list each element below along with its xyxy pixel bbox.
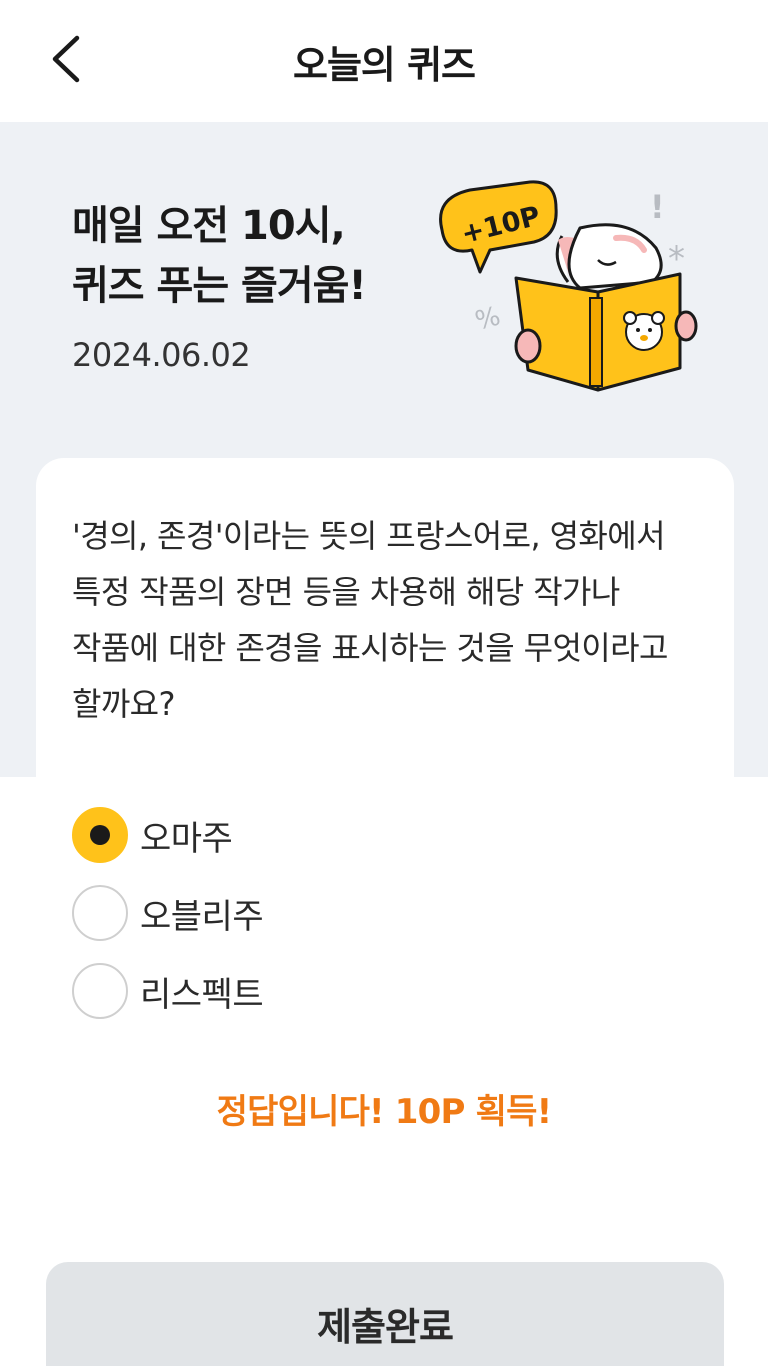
quiz-date: 2024.06.02	[72, 336, 251, 374]
hero-title: 매일 오전 10시, 퀴즈 푸는 즐거움!	[72, 196, 452, 316]
option-label: 오블리주	[140, 896, 264, 937]
option-label: 리스펙트	[140, 974, 264, 1015]
option-oblige[interactable]: 오블리주	[72, 874, 672, 952]
quiz-question: '경의, 존경'이라는 뜻의 프랑스어로, 영화에서 특정 작품의 장면 등을 …	[72, 517, 668, 723]
svg-text:*: *	[668, 239, 685, 279]
hero-title-line1: 매일 오전 10시,	[72, 203, 346, 249]
radio-button-checked[interactable]	[72, 807, 128, 863]
result-message: 정답입니다! 10P 획득!	[216, 1092, 552, 1132]
back-button[interactable]	[36, 26, 96, 92]
rabbit-reading-book-icon: ! * % +10P	[439, 180, 698, 392]
chevron-left-icon	[52, 35, 80, 83]
radio-dot-icon	[90, 825, 110, 845]
svg-text:!: !	[650, 188, 665, 226]
answer-options: 오마주 오블리주 리스펙트	[72, 796, 672, 1030]
submit-button[interactable]: 제출완료	[46, 1262, 724, 1366]
svg-text:%: %	[472, 301, 504, 336]
radio-button[interactable]	[72, 963, 128, 1019]
option-respect[interactable]: 리스펙트	[72, 952, 672, 1030]
page-title: 오늘의 퀴즈	[292, 42, 476, 87]
quiz-page: 오늘의 퀴즈 매일 오전 10시, 퀴즈 푸는 즐거움! 2024.06.02 …	[0, 0, 768, 1366]
radio-button[interactable]	[72, 885, 128, 941]
option-omage[interactable]: 오마주	[72, 796, 672, 874]
hero-title-line2: 퀴즈 푸는 즐거움!	[72, 263, 367, 309]
option-label: 오마주	[140, 818, 233, 859]
header: 오늘의 퀴즈	[0, 0, 768, 122]
submit-label: 제출완료	[317, 1307, 454, 1349]
